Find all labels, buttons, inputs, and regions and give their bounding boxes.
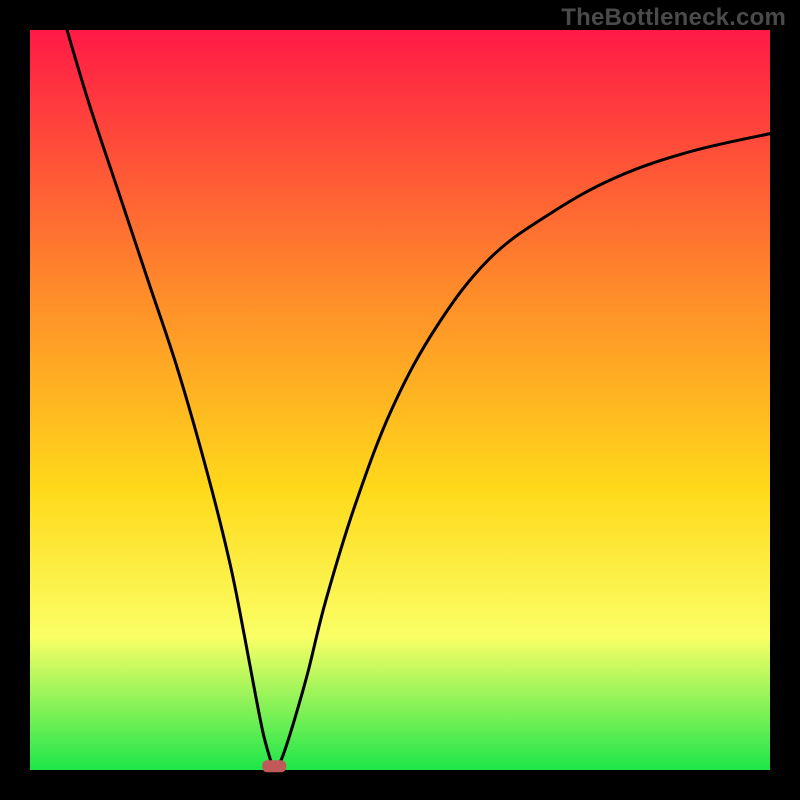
bottleneck-chart (0, 0, 800, 800)
gradient-background (30, 30, 770, 770)
chart-container: { "watermark": "TheBottleneck.com", "col… (0, 0, 800, 800)
minimum-marker (262, 760, 286, 772)
